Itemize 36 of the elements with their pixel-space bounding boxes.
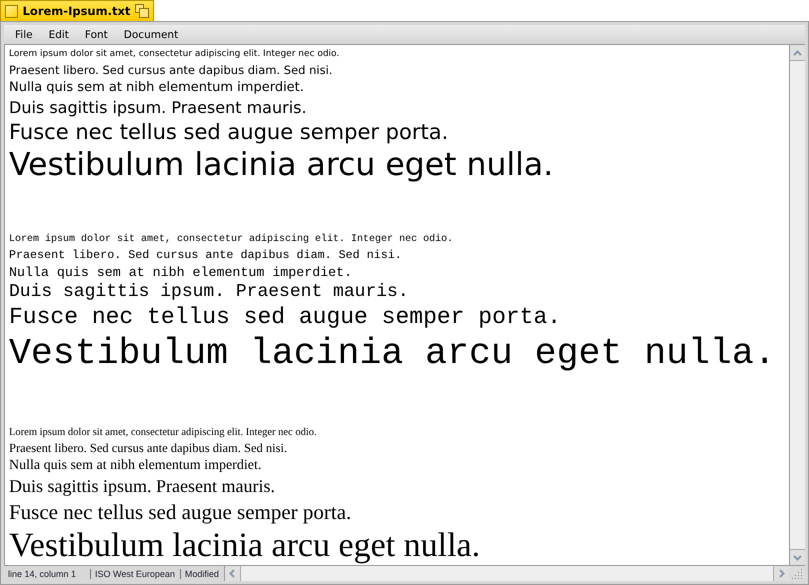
status-text: Modified xyxy=(180,568,224,578)
menu-item[interactable]: Font xyxy=(76,28,116,40)
zoom-icon[interactable] xyxy=(135,4,149,18)
text-line: Praesent libero. Sed cursus ante dapibus diam. Sed nisi. xyxy=(9,440,288,456)
text-line: Duis sagittis ipsum. Praesent mauris. xyxy=(9,97,308,118)
text-line: Fusce nec tellus sed augue semper porta. xyxy=(9,303,562,331)
menu-item[interactable]: File xyxy=(7,28,41,40)
scroll-up-icon[interactable] xyxy=(790,45,805,61)
text-line: Duis sagittis ipsum. Praesent mauris. xyxy=(9,282,410,303)
text-line: Praesent libero. Sed cursus ante dapibus diam. Sed nisi. xyxy=(9,247,403,263)
text-line: Fusce nec tellus sed augue semper porta. xyxy=(9,119,450,146)
text-line: Vestibulum lacinia arcu eget nulla. xyxy=(9,526,482,565)
status-text: line 14, column 1 xyxy=(8,568,78,578)
window-tab[interactable]: Lorem-Ipsum.txt xyxy=(0,0,154,21)
text-line: Nulla quis sem at nibh elementum imperdiet. xyxy=(9,79,305,97)
vertical-scrollbar[interactable] xyxy=(789,45,805,565)
text-line: Lorem ipsum dolor sit amet, consectetur adipiscing elit. Integer nec odio. xyxy=(9,426,318,440)
text-line: Fusce nec tellus sed augue semper porta. xyxy=(9,499,352,526)
scroll-down-icon[interactable] xyxy=(790,549,805,565)
text-line: Duis sagittis ipsum. Praesent mauris. xyxy=(9,475,276,498)
text-line: Vestibulum lacinia arcu eget nulla. xyxy=(9,146,554,184)
text-line: Lorem ipsum dolor sit amet, consectetur adipiscing elit. Integer nec odio. xyxy=(9,232,454,247)
window-title: Lorem-Ipsum.txt xyxy=(22,4,131,18)
text-area[interactable] xyxy=(4,45,789,565)
horizontal-scrollbar[interactable] xyxy=(224,566,789,581)
status-text: ISO West European xyxy=(90,568,180,578)
menu-item[interactable]: Edit xyxy=(40,28,77,40)
text-line: Nulla quis sem at nibh elementum imperdiet. xyxy=(9,264,354,282)
text-line: Nulla quis sem at nibh elementum imperdiet. xyxy=(9,457,262,475)
menu-item[interactable]: Document xyxy=(116,28,186,40)
text-line: Vestibulum lacinia arcu eget nulla. xyxy=(9,332,777,376)
close-icon[interactable] xyxy=(5,4,18,18)
text-line: Lorem ipsum dolor sit amet, consectetur adipiscing elit. Integer nec odio. xyxy=(9,48,340,61)
scroll-right-icon[interactable] xyxy=(774,566,789,581)
text-line: Praesent libero. Sed cursus ante dapibus diam. Sed nisi. xyxy=(9,62,334,78)
scroll-left-icon[interactable] xyxy=(224,566,240,581)
